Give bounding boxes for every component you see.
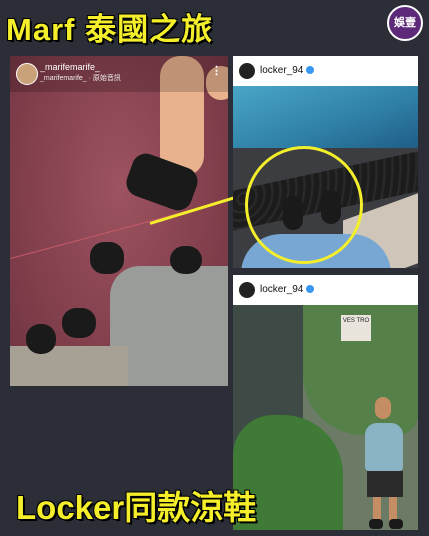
- sandal-photo: [62, 308, 96, 338]
- sandal-photo: [389, 519, 403, 529]
- post-header: locker_94: [233, 56, 418, 86]
- avatar[interactable]: [239, 63, 255, 79]
- person-photo: [375, 397, 391, 419]
- street-photo: VES TRO: [233, 305, 418, 530]
- post-username[interactable]: locker_94: [260, 65, 315, 76]
- page-title: Marf 泰國之旅: [6, 12, 214, 47]
- post-username-text: locker_94: [260, 284, 304, 295]
- post-username[interactable]: locker_94: [260, 284, 315, 295]
- post-header: locker_94: [233, 275, 418, 305]
- shop-sign: VES TRO: [341, 315, 371, 341]
- post-username-text: locker_94: [260, 65, 304, 76]
- brand-logo: 娛壹: [387, 5, 423, 41]
- post-screenshot-top: locker_94: [233, 56, 418, 268]
- story-audio-label[interactable]: _marifemarife_ · 原始音訊: [40, 73, 121, 83]
- pants-photo: [10, 346, 128, 386]
- more-dots-icon[interactable]: ⋮: [211, 64, 222, 77]
- sandal-photo: [369, 519, 383, 529]
- avatar[interactable]: [16, 63, 38, 85]
- person-photo: [365, 423, 403, 471]
- post-screenshot-bottom: locker_94 VES TRO: [233, 275, 418, 530]
- avatar[interactable]: [239, 282, 255, 298]
- story-header: _marifemarife_ _marifemarife_ · 原始音訊 ⋮: [10, 56, 228, 92]
- highlight-circle: [245, 146, 363, 264]
- sandal-photo: [26, 324, 56, 354]
- sandal-photo: [90, 242, 124, 274]
- verified-badge-icon: [306, 66, 315, 75]
- pool-photo: [233, 86, 418, 148]
- story-username[interactable]: _marifemarife_: [40, 62, 100, 72]
- sandal-photo: [170, 246, 202, 274]
- story-screenshot: _marifemarife_ _marifemarife_ · 原始音訊 ⋮: [10, 56, 228, 386]
- footer-caption: Locker同款涼鞋: [16, 489, 257, 526]
- person-photo: [367, 471, 403, 497]
- verified-badge-icon: [306, 285, 315, 294]
